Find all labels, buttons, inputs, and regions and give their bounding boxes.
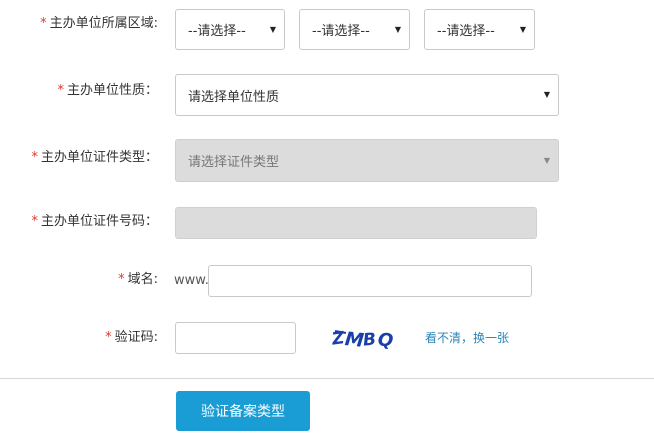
domain-prefix: www. bbox=[174, 273, 209, 288]
captcha-char: B bbox=[362, 330, 377, 351]
region-label-text: 主办单位所属区域: bbox=[49, 16, 158, 31]
required-mark: * bbox=[118, 272, 125, 287]
required-mark: * bbox=[31, 150, 38, 165]
city-select[interactable]: --请选择-- ▼ bbox=[299, 9, 410, 50]
caret-down-icon: ▼ bbox=[543, 90, 550, 99]
cert-number-label: * 主办单位证件号码： bbox=[31, 214, 158, 230]
required-mark: * bbox=[105, 330, 112, 345]
caret-down-icon: ▼ bbox=[519, 24, 526, 34]
caret-down-icon: ▼ bbox=[394, 24, 401, 34]
cert-type-label-text: 主办单位证件类型： bbox=[40, 150, 158, 165]
required-mark: * bbox=[57, 83, 64, 98]
cert-type-label: * 主办单位证件类型： bbox=[31, 150, 158, 166]
captcha-label: * 验证码: bbox=[105, 330, 158, 346]
province-select-value: --请选择-- bbox=[188, 24, 246, 39]
verify-filing-type-button[interactable]: 验证备案类型 bbox=[176, 391, 310, 431]
city-select-value: --请选择-- bbox=[312, 24, 370, 39]
form-divider bbox=[0, 378, 654, 379]
cert-number-label-text: 主办单位证件号码： bbox=[40, 214, 158, 229]
captcha-input[interactable] bbox=[175, 322, 296, 354]
district-select[interactable]: --请选择-- ▼ bbox=[424, 9, 535, 50]
captcha-char: Q bbox=[376, 329, 394, 351]
captcha-image[interactable]: Z M B Q bbox=[330, 325, 398, 351]
region-label: * 主办单位所属区域: bbox=[40, 16, 158, 32]
org-type-select-value: 请选择单位性质 bbox=[188, 89, 280, 105]
org-type-label: * 主办单位性质： bbox=[57, 83, 158, 99]
cert-type-select-value: 请选择证件类型 bbox=[188, 155, 280, 170]
domain-label: * 域名: bbox=[118, 272, 158, 288]
org-type-label-text: 主办单位性质： bbox=[66, 83, 158, 98]
org-type-select[interactable]: 请选择单位性质 ▼ bbox=[175, 74, 559, 116]
cert-type-select: 请选择证件类型 ▼ bbox=[175, 139, 559, 182]
cert-number-input bbox=[175, 207, 537, 239]
refresh-captcha-link[interactable]: 看不清，换一张 bbox=[425, 330, 509, 346]
district-select-value: --请选择-- bbox=[437, 24, 495, 39]
domain-label-text: 域名: bbox=[127, 272, 158, 287]
domain-input[interactable] bbox=[208, 265, 532, 297]
required-mark: * bbox=[31, 214, 38, 229]
required-mark: * bbox=[40, 16, 47, 31]
caret-down-icon: ▼ bbox=[543, 155, 550, 165]
caret-down-icon: ▼ bbox=[269, 24, 276, 34]
captcha-label-text: 验证码: bbox=[114, 330, 158, 345]
province-select[interactable]: --请选择-- ▼ bbox=[175, 9, 285, 50]
